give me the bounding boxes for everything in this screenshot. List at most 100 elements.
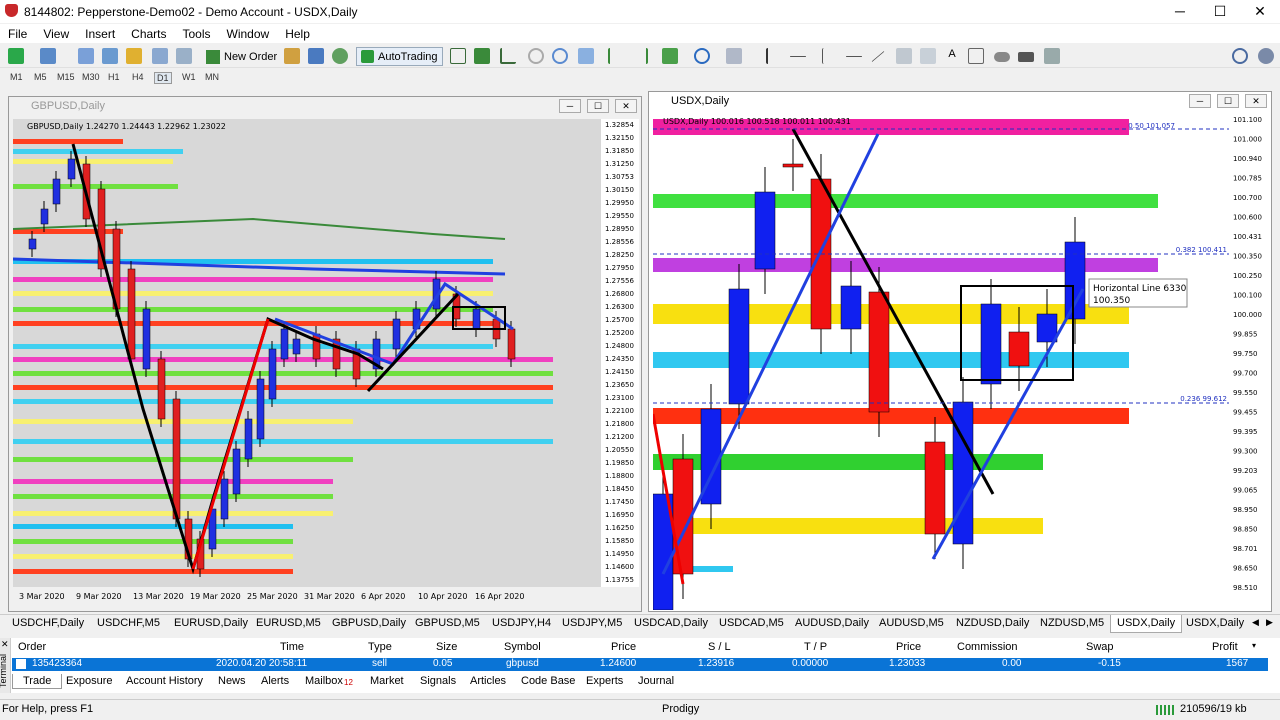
terminal-tab-news[interactable]: News <box>218 675 246 687</box>
col-price[interactable]: Price <box>611 641 636 653</box>
timeframe-m5[interactable]: M5 <box>34 72 47 82</box>
order-row[interactable]: 135423364 2020.04.20 20:58:11 sell 0.05 … <box>12 658 1268 671</box>
timeframe-m1[interactable]: M1 <box>10 72 23 82</box>
col-symbol[interactable]: Symbol <box>504 641 541 653</box>
arrows-icon[interactable] <box>1044 48 1060 64</box>
periods-icon[interactable] <box>694 48 710 64</box>
menu-file[interactable]: File <box>0 27 35 41</box>
ellipse-icon[interactable] <box>994 52 1010 62</box>
tab-gbpusd-daily[interactable]: GBPUSD,Daily <box>332 617 406 629</box>
terminal-tab-articles[interactable]: Articles <box>470 675 506 687</box>
terminal-close-icon[interactable]: ✕ <box>1 639 9 650</box>
terminal-tab-account-history[interactable]: Account History <box>126 675 203 687</box>
col-size[interactable]: Size <box>436 641 457 653</box>
tab-usdx-daily[interactable]: USDX,Daily <box>1186 617 1244 629</box>
new-chart-icon[interactable] <box>8 48 24 64</box>
tile-windows-icon[interactable] <box>578 48 594 64</box>
timeframe-d1[interactable]: D1 <box>154 72 172 84</box>
menu-help[interactable]: Help <box>277 27 318 41</box>
chart-maximize-button[interactable]: ☐ <box>1217 94 1239 108</box>
terminal-icon[interactable] <box>152 48 168 64</box>
chart-close-button[interactable]: ✕ <box>615 99 637 113</box>
indicators-icon[interactable] <box>662 48 678 64</box>
menu-charts[interactable]: Charts <box>123 27 174 41</box>
menu-window[interactable]: Window <box>219 27 278 41</box>
new-order-button[interactable]: New Order <box>206 47 277 66</box>
zoom-in-icon[interactable] <box>528 48 544 64</box>
bar-chart-icon[interactable] <box>450 48 466 64</box>
chart-minimize-button[interactable]: ─ <box>1189 94 1211 108</box>
menu-view[interactable]: View <box>35 27 77 41</box>
chart-maximize-button[interactable]: ☐ <box>587 99 609 113</box>
col-swap[interactable]: Swap <box>1086 641 1114 653</box>
terminal-tab-experts[interactable]: Experts <box>586 675 623 687</box>
timeframe-w1[interactable]: W1 <box>182 72 196 82</box>
zoom-out-icon[interactable] <box>552 48 568 64</box>
terminal-tab-alerts[interactable]: Alerts <box>261 675 289 687</box>
profiles-icon[interactable] <box>40 48 56 64</box>
tab-gbpusd-m5[interactable]: GBPUSD,M5 <box>415 617 480 629</box>
horizontal-line-icon[interactable] <box>846 56 862 57</box>
cursor-icon[interactable] <box>766 48 782 64</box>
col-commission[interactable]: Commission <box>957 641 1018 653</box>
tab-usdcad-m5[interactable]: USDCAD,M5 <box>719 617 784 629</box>
autotrading-button[interactable]: AutoTrading <box>356 47 443 66</box>
tab-usdchf-m5[interactable]: USDCHF,M5 <box>97 617 160 629</box>
navigator-icon[interactable] <box>126 48 142 64</box>
candlestick-icon[interactable] <box>474 48 490 64</box>
text-icon[interactable]: A <box>944 48 960 64</box>
chart-minimize-button[interactable]: ─ <box>559 99 581 113</box>
col-profit[interactable]: Profit <box>1212 641 1238 653</box>
terminal-tab-mailbox[interactable]: Mailbox <box>305 675 343 687</box>
tab-usdjpy-m5[interactable]: USDJPY,M5 <box>562 617 622 629</box>
terminal-tab-trade[interactable]: Trade <box>12 674 63 689</box>
tab-nzdusd-m5[interactable]: NZDUSD,M5 <box>1040 617 1104 629</box>
tab-eurusd-m5[interactable]: EURUSD,M5 <box>256 617 321 629</box>
tab-usdjpy-h4[interactable]: USDJPY,H4 <box>492 617 551 629</box>
timeframe-h4[interactable]: H4 <box>132 72 144 82</box>
terminal-tab-journal[interactable]: Journal <box>638 675 674 687</box>
col-tp[interactable]: T / P <box>804 641 827 653</box>
col-order[interactable]: Order <box>18 641 46 653</box>
tab-audusd-m5[interactable]: AUDUSD,M5 <box>879 617 944 629</box>
tab-usdx-daily-active[interactable]: USDX,Daily <box>1110 615 1183 633</box>
market-watch-icon[interactable] <box>78 48 94 64</box>
rectangle-icon[interactable] <box>1018 52 1034 62</box>
gbpusd-chart[interactable]: 1.32854 1.32150 1.31850 1.31250 1.30753 1.301… <box>13 119 639 609</box>
metaeditor-icon[interactable] <box>284 48 300 64</box>
autoscroll-icon[interactable] <box>632 48 648 64</box>
community-icon[interactable] <box>1258 48 1274 64</box>
fibonacci-icon[interactable] <box>920 48 936 64</box>
menu-tools[interactable]: Tools <box>175 27 219 41</box>
col-type[interactable]: Type <box>368 641 392 653</box>
chart-shift-icon[interactable] <box>608 48 624 64</box>
tab-eurusd-daily[interactable]: EURUSD,Daily <box>174 617 248 629</box>
col-current-price[interactable]: Price <box>896 641 921 653</box>
col-sl[interactable]: S / L <box>708 641 731 653</box>
tab-audusd-daily[interactable]: AUDUSD,Daily <box>795 617 869 629</box>
terminal-tab-exposure[interactable]: Exposure <box>66 675 112 687</box>
chart-close-button[interactable]: ✕ <box>1245 94 1267 108</box>
text-label-icon[interactable] <box>968 48 984 64</box>
terminal-tab-code-base[interactable]: Code Base <box>521 675 575 687</box>
data-window-icon[interactable] <box>102 48 118 64</box>
tab-usdcad-daily[interactable]: USDCAD,Daily <box>634 617 708 629</box>
tab-nzdusd-daily[interactable]: NZDUSD,Daily <box>956 617 1029 629</box>
search-icon[interactable] <box>1232 48 1248 64</box>
col-time[interactable]: Time <box>280 641 304 653</box>
close-button[interactable]: ✕ <box>1237 0 1280 23</box>
crosshair-icon[interactable] <box>790 56 806 57</box>
equidistant-channel-icon[interactable] <box>896 48 912 64</box>
terminal-tab-signals[interactable]: Signals <box>420 675 456 687</box>
templates-icon[interactable] <box>726 48 742 64</box>
trendline-icon[interactable] <box>871 50 885 63</box>
tab-scroll-left-icon[interactable]: ◀ <box>1252 617 1259 628</box>
tab-usdchf-daily[interactable]: USDCHF,Daily <box>12 617 84 629</box>
line-chart-icon[interactable] <box>500 48 516 64</box>
vertical-line-icon[interactable] <box>822 48 838 64</box>
timeframe-h1[interactable]: H1 <box>108 72 120 82</box>
timeframe-mn[interactable]: MN <box>205 72 219 82</box>
terminal-tab-market[interactable]: Market <box>370 675 404 687</box>
tester-icon[interactable] <box>176 48 192 64</box>
timeframe-m30[interactable]: M30 <box>82 72 100 82</box>
